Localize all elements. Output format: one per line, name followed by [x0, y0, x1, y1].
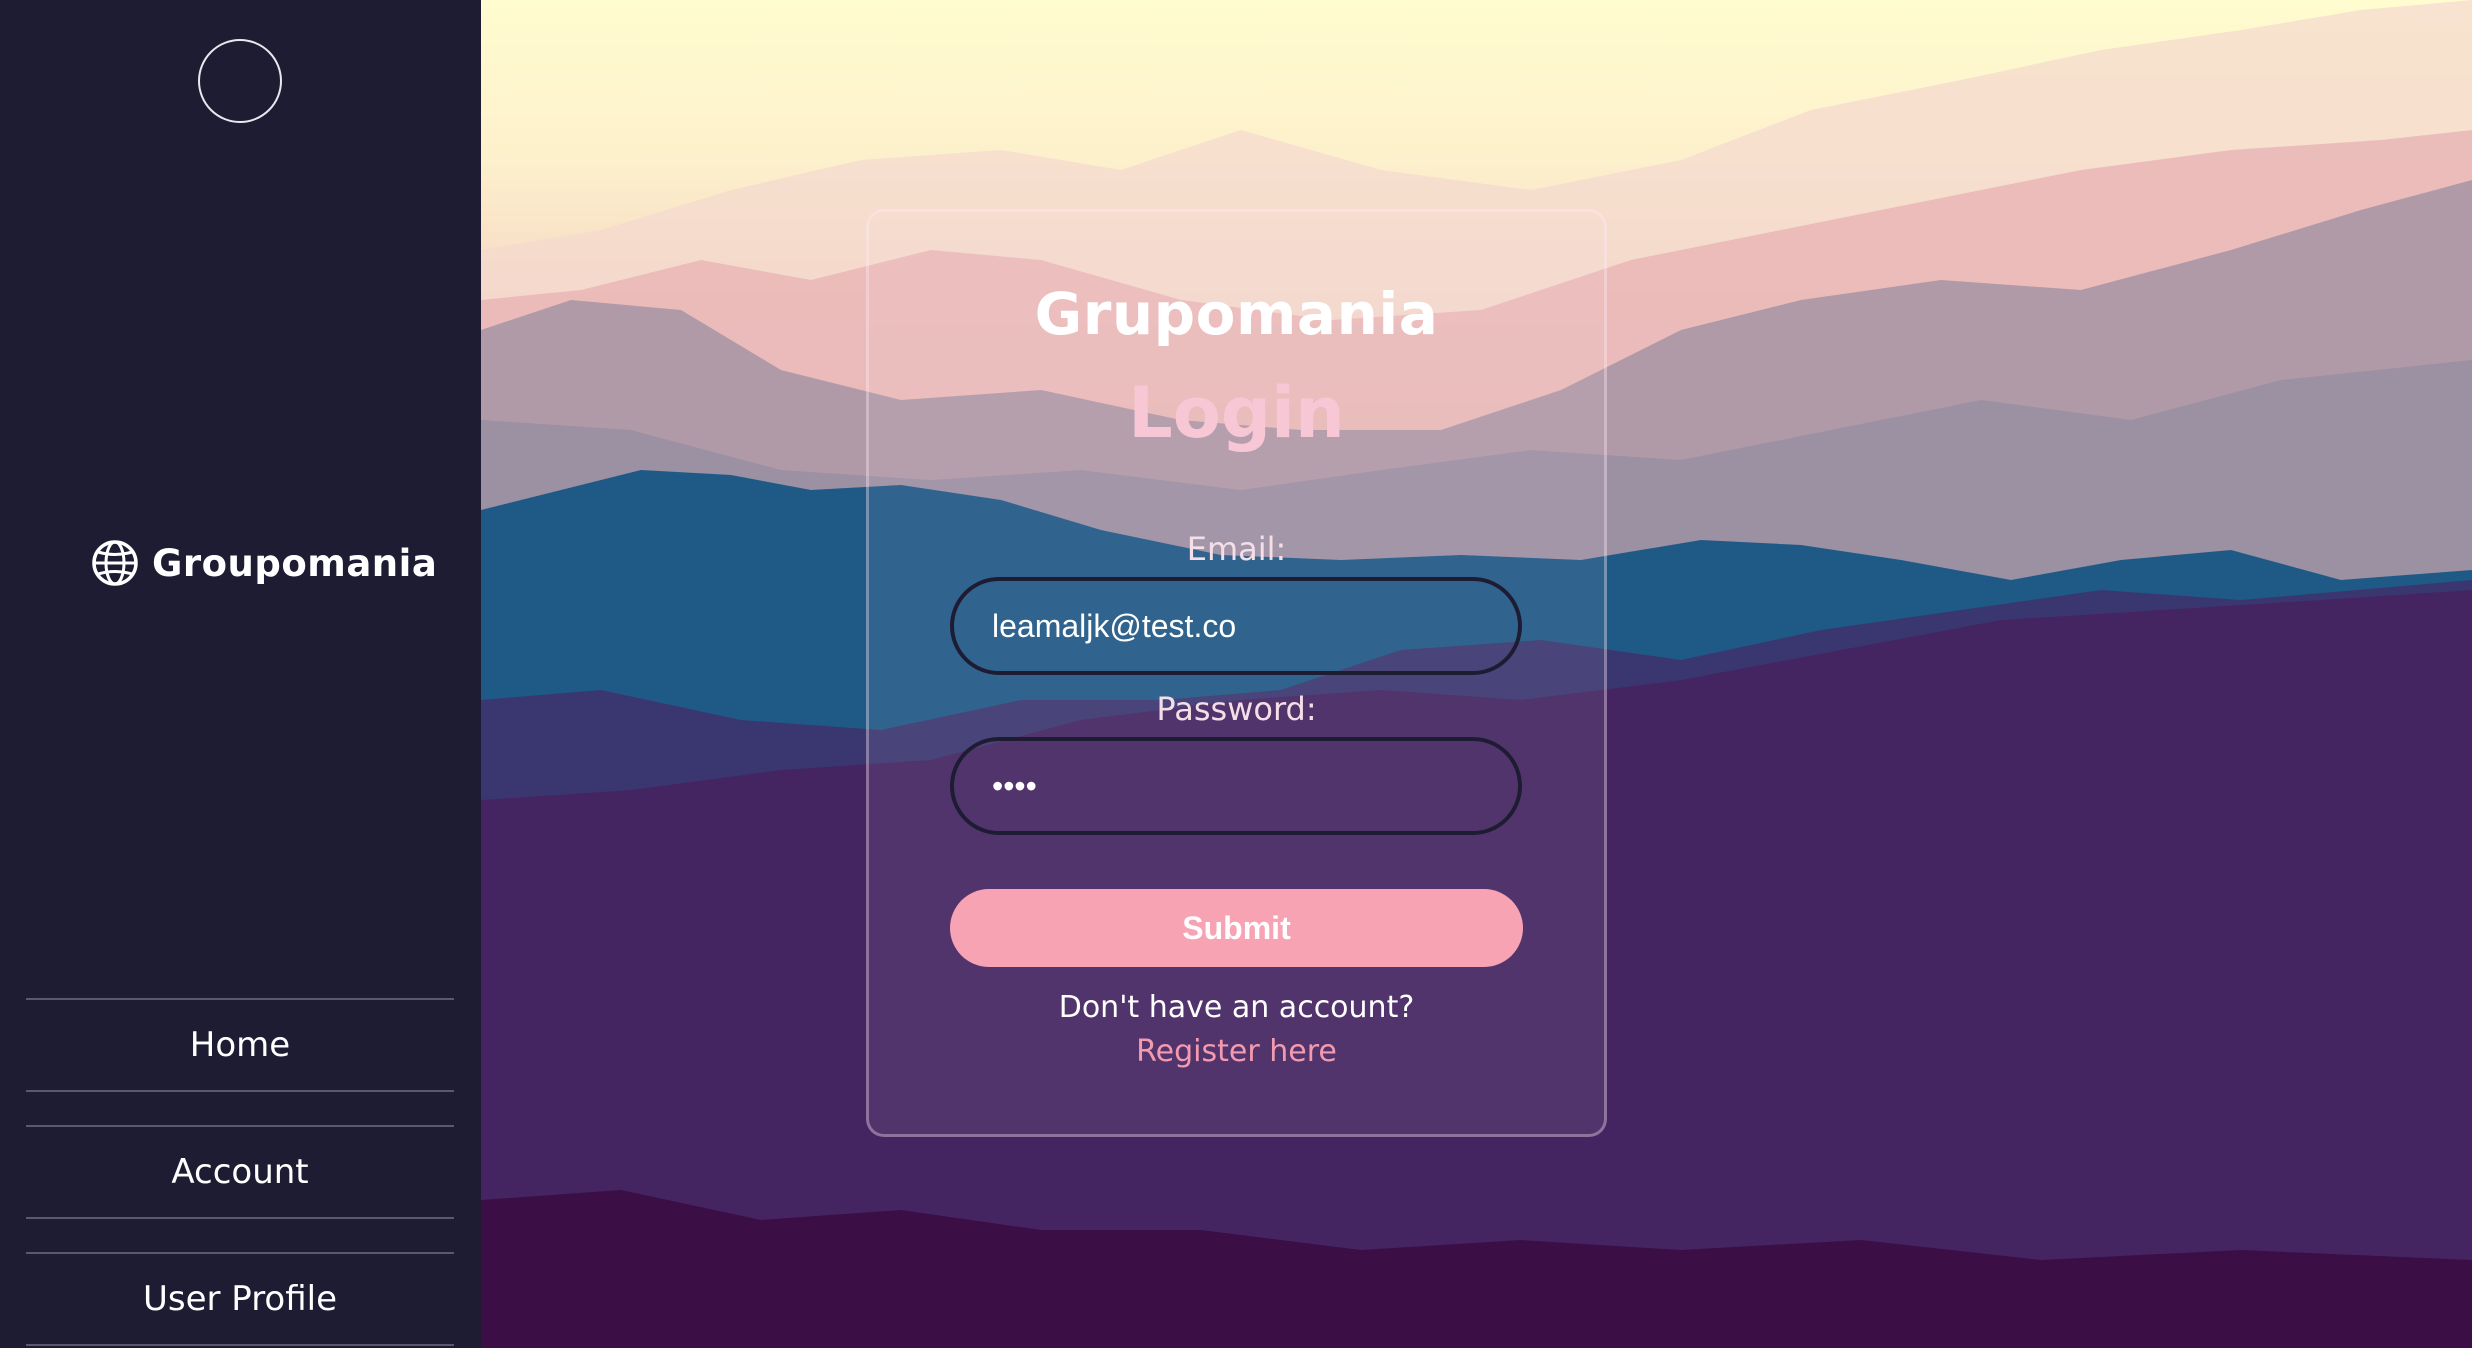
login-app-title: Grupomania [1034, 280, 1439, 348]
sidebar-item-user-profile[interactable]: User Profile [26, 1252, 454, 1346]
login-heading: Login [1128, 372, 1345, 454]
sidebar-item-account[interactable]: Account [26, 1125, 454, 1219]
brand-name: Groupomania [152, 541, 438, 585]
no-account-text: Don't have an account? [1058, 990, 1415, 1025]
password-label: Password: [1156, 690, 1317, 728]
sidebar: Groupomania Home Account User Profile [0, 0, 481, 1348]
password-field[interactable] [950, 737, 1522, 835]
register-link[interactable]: Register here [866, 1034, 1607, 1069]
globe-icon [92, 540, 138, 586]
submit-button[interactable]: Submit [950, 889, 1523, 967]
sidebar-item-home[interactable]: Home [26, 998, 454, 1092]
brand-logo: Groupomania [90, 538, 437, 588]
avatar[interactable] [198, 39, 282, 123]
email-label: Email: [1186, 530, 1287, 568]
email-field[interactable] [950, 577, 1522, 675]
